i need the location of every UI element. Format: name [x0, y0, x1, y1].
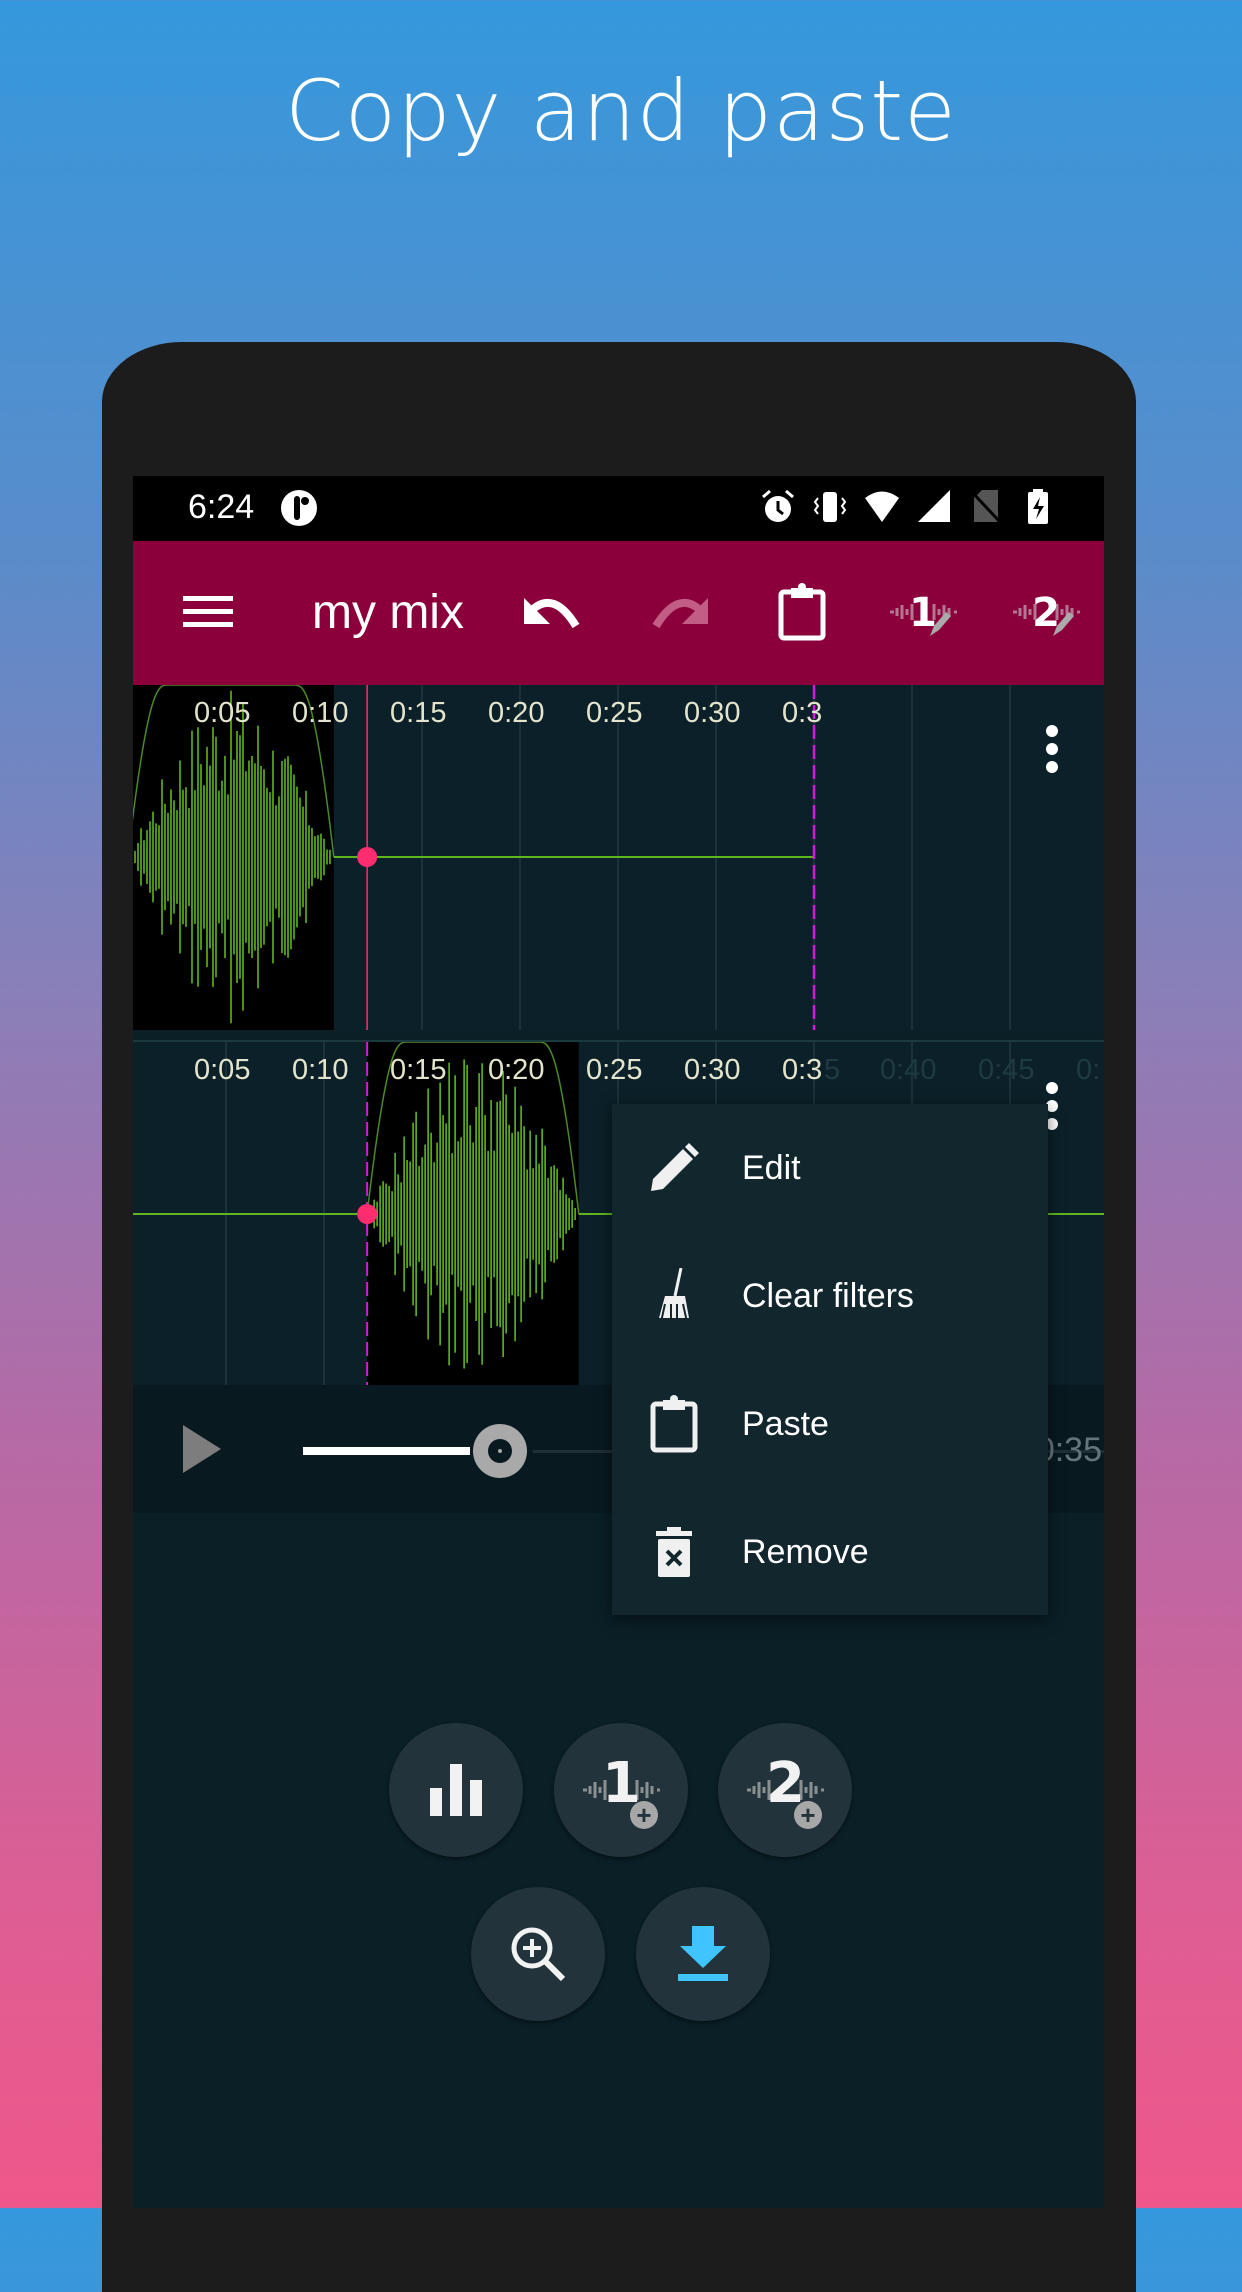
menu-item-label: Clear filters — [742, 1276, 914, 1315]
time-tick-label: 0:05 — [194, 1054, 251, 1086]
menu-icon — [183, 596, 233, 627]
time-tick-label: 0:3 — [782, 1054, 823, 1086]
add-track-1-button[interactable]: 1 + — [554, 1723, 688, 1857]
time-tick-label: 0:10 — [292, 697, 349, 729]
time-tick-label: 0:15 — [390, 1054, 447, 1086]
time-tick-label: 0:20 — [488, 697, 545, 729]
battery-charging-icon — [1020, 488, 1056, 526]
zoom-in-button[interactable] — [471, 1887, 605, 2021]
seek-bar-progress — [303, 1447, 470, 1455]
time-tick-label: 0:25 — [586, 697, 643, 729]
clipboard-icon — [646, 1395, 702, 1453]
playhead-handle — [357, 847, 378, 867]
time-tick-label-dim: 0:40 — [880, 1054, 937, 1086]
redo-button[interactable] — [643, 577, 713, 647]
time-tick-label: 0:10 — [292, 1054, 349, 1086]
menu-item-label: Edit — [742, 1148, 801, 1187]
menu-item-label: Remove — [742, 1532, 869, 1571]
edit-track-1-icon: 1 — [890, 590, 957, 636]
edit-track-1-label: 1 — [909, 590, 937, 636]
cell-signal-icon — [916, 488, 952, 526]
menu-item-paste[interactable]: Paste — [612, 1360, 1048, 1488]
app-screen: 6:24 my mix 1 2 0:05 0:10 0:15 0:20 0:25… — [133, 476, 1104, 2208]
edit-track-2-button[interactable]: 2 — [1011, 577, 1081, 647]
time-tick-label: 0:3 — [782, 697, 823, 729]
track-1-overflow-button[interactable] — [1042, 725, 1062, 785]
equalizer-button[interactable] — [389, 1723, 523, 1857]
edit-track-1-button[interactable]: 1 — [888, 577, 958, 647]
add-track-2-button[interactable]: 2 + — [718, 1723, 852, 1857]
project-title[interactable]: my mix — [312, 585, 464, 640]
menu-item-label: Paste — [742, 1404, 829, 1443]
bar-chart-icon — [430, 1764, 482, 1816]
play-button[interactable] — [183, 1425, 221, 1473]
download-icon — [678, 1926, 728, 1981]
edit-track-2-label: 2 — [1032, 590, 1060, 636]
no-sim-icon — [968, 488, 1004, 526]
menu-button[interactable] — [173, 577, 243, 647]
app-bar: my mix 1 2 — [133, 541, 1104, 685]
menu-item-edit[interactable]: Edit — [612, 1104, 1048, 1232]
time-tick-label-dim: 0:45 — [978, 1054, 1035, 1086]
delete-icon — [646, 1524, 702, 1580]
time-tick-label: 0:30 — [684, 697, 741, 729]
status-bar: 6:24 — [133, 476, 1104, 541]
clipboard-icon — [778, 583, 826, 641]
time-tick-label: 0:20 — [488, 1054, 545, 1086]
time-tick-label: 0:25 — [586, 1054, 643, 1086]
track-1[interactable]: 0:05 0:10 0:15 0:20 0:25 0:30 0:3 — [133, 685, 1104, 1030]
app-notification-icon — [281, 490, 317, 526]
headline: Copy and paste — [285, 62, 957, 160]
menu-item-remove[interactable]: Remove — [612, 1488, 1048, 1616]
time-tick-label: 0:30 — [684, 1054, 741, 1086]
time-tick-label: 0:15 — [390, 697, 447, 729]
plus-icon: + — [794, 1801, 822, 1829]
time-tick-label-dim: 5 — [824, 1054, 841, 1086]
track-1-waveform[interactable] — [133, 685, 1104, 1030]
vibrate-icon — [812, 488, 848, 526]
clipboard-button[interactable] — [767, 577, 837, 647]
export-button[interactable] — [636, 1887, 770, 2021]
time-tick-label: 0:05 — [194, 697, 251, 729]
edit-track-2-icon: 2 — [1013, 590, 1080, 636]
pencil-icon — [646, 1140, 702, 1196]
alarm-icon — [760, 488, 796, 526]
plus-icon: + — [630, 1801, 658, 1829]
seek-bar-thumb[interactable] — [473, 1424, 527, 1478]
time-tick-label-dim: 0: — [1076, 1054, 1101, 1086]
status-time: 6:24 — [188, 488, 255, 526]
menu-item-clear-filters[interactable]: Clear filters — [612, 1232, 1048, 1360]
playhead-handle — [357, 1204, 378, 1224]
undo-icon — [524, 598, 580, 629]
undo-button[interactable] — [519, 577, 589, 647]
track-context-menu: Edit Clear filters Paste Remove — [612, 1104, 1048, 1615]
wifi-icon — [864, 488, 900, 526]
redo-icon — [652, 598, 708, 629]
broom-icon — [646, 1268, 702, 1324]
zoom-in-icon — [511, 1927, 566, 1982]
